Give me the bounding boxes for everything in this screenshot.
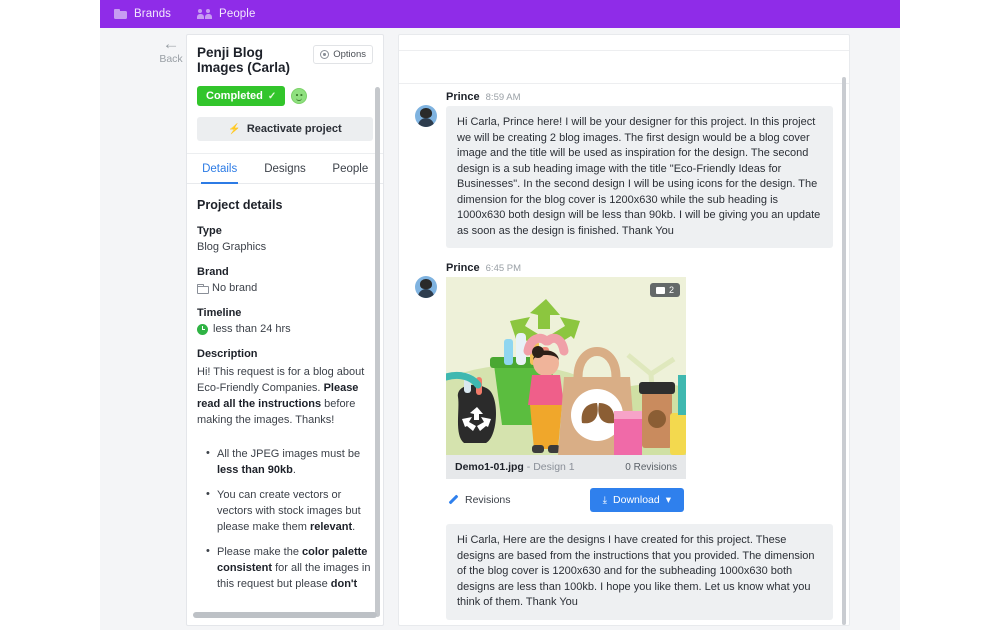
project-details-body: Project details Type Blog Graphics Brand… [187, 184, 383, 589]
conversation-panel: Prince 8:59 AM Hi Carla, Prince here! I … [398, 34, 850, 626]
chevron-down-icon: ▾ [665, 494, 671, 506]
type-label: Type [197, 225, 222, 237]
message-bubble: Hi Carla, Here are the designs I have cr… [446, 524, 833, 620]
status-badge[interactable]: Completed ✓ [197, 86, 286, 106]
download-icon: ⤓ [602, 494, 608, 506]
revisions-button-label: Revisions [465, 494, 511, 506]
message-bubble: Hi Carla, Prince here! I will be your de… [446, 106, 833, 248]
project-details-panel: Penji Blog Images (Carla) Options Comple… [186, 34, 384, 626]
description-paragraph: Hi! This request is for a blog about Eco… [197, 364, 373, 428]
design-thumbnail-illustration [446, 277, 686, 455]
folder-icon [114, 9, 127, 19]
download-button[interactable]: ⤓ Download ▾ [589, 488, 684, 512]
nav-item-brands-label: Brands [134, 8, 172, 20]
reactivate-project-label: Reactivate project [246, 123, 342, 135]
list-item: Please make the color palette consistent… [206, 543, 373, 589]
page-title: Penji Blog Images (Carla) [197, 45, 291, 75]
people-icon [196, 9, 213, 20]
tab-designs[interactable]: Designs [252, 154, 317, 183]
app-root: Brands People ← Back Penji Blog Images (… [0, 0, 1000, 630]
design-label: Design 1 [533, 461, 575, 473]
project-header: Penji Blog Images (Carla) Options Comple… [187, 35, 383, 141]
tab-details[interactable]: Details [187, 154, 252, 184]
image-icon [655, 286, 665, 294]
bullet1-part-3: . [292, 464, 296, 476]
nav-item-people[interactable]: People [196, 8, 256, 20]
message-timestamp: 8:59 AM [485, 92, 521, 103]
bullet3-part-4: don't [330, 578, 358, 589]
type-value: Blog Graphics [197, 241, 267, 253]
avatar [415, 276, 437, 298]
brand-value-row: No brand [197, 282, 373, 294]
folder-outline-icon [197, 284, 209, 294]
brand-value: No brand [212, 282, 258, 294]
nav-item-people-label: People [219, 8, 256, 20]
reactivate-project-button[interactable]: ⚡ Reactivate project [197, 117, 373, 141]
message-row: Prince 8:59 AM Hi Carla, Prince here! I … [399, 91, 849, 248]
design-filename: Demo1-01.jpg [455, 461, 524, 473]
check-icon: ✓ [267, 90, 277, 102]
design-revisions-count: 0 Revisions [625, 461, 677, 473]
description-label: Description [197, 348, 258, 360]
options-button-label: Options [333, 49, 366, 60]
message-timestamp: 6:45 PM [485, 263, 522, 274]
nav-item-brands[interactable]: Brands [114, 8, 171, 20]
details-heading: Project details [197, 198, 283, 212]
bolt-icon: ⚡ [228, 123, 241, 135]
design-attachment-card: 2 Demo1-01.jpg - Design 1 0 Revisions Re… [446, 277, 686, 512]
design-actions-row: Revisions ⤓ Download ▾ [446, 479, 686, 512]
divider [399, 50, 849, 51]
design-thumbnail[interactable]: 2 [446, 277, 686, 455]
sidebar-vertical-scrollbar[interactable] [375, 87, 380, 617]
brand-label: Brand [197, 266, 229, 278]
bullet2-part-3: . [352, 521, 356, 533]
pencil-icon [448, 495, 459, 506]
options-button[interactable]: Options [313, 45, 373, 64]
timeline-label: Timeline [197, 307, 242, 319]
instruction-list: All the JPEG images must be less than 90… [197, 445, 373, 589]
timeline-value-row: less than 24 hrs [197, 323, 373, 335]
download-button-label: Download [613, 494, 660, 506]
design-count-badge: 2 [649, 283, 680, 297]
bullet1-part-1: All the JPEG images must be [217, 448, 361, 460]
page-content: ← Back Penji Blog Images (Carla) Options… [100, 28, 900, 630]
back-button[interactable]: ← Back [152, 34, 190, 65]
design-separator: - [523, 461, 534, 473]
message-author: Prince [446, 262, 480, 274]
message-row: Prince 6:45 PM 2 Demo1-01.jpg - Design 1… [399, 262, 849, 620]
tab-people[interactable]: People [318, 154, 383, 183]
bullet2-part-2: relevant [309, 521, 353, 533]
timeline-value: less than 24 hrs [213, 323, 291, 335]
back-button-label: Back [159, 53, 183, 65]
arrow-left-icon: ← [162, 34, 180, 53]
bullet3-part-1: Please make the [217, 546, 302, 558]
bullet1-part-2: less than 90kb [217, 464, 293, 476]
avatar [415, 105, 437, 127]
project-tabs: Details Designs People [187, 153, 383, 184]
list-item: You can create vectors or vectors with s… [206, 486, 373, 535]
smiley-feedback-icon[interactable] [291, 88, 308, 104]
design-filename-row: Demo1-01.jpg - Design 1 [455, 461, 575, 473]
sidebar-horizontal-scrollbar[interactable] [193, 612, 377, 618]
design-meta-bar: Demo1-01.jpg - Design 1 0 Revisions [446, 455, 686, 479]
divider [399, 83, 849, 84]
list-item: All the JPEG images must be less than 90… [206, 445, 373, 478]
message-author: Prince [446, 91, 480, 103]
status-row: Completed ✓ [197, 86, 373, 106]
clock-icon [197, 323, 208, 335]
top-navigation-bar: Brands People [100, 0, 900, 28]
design-count-label: 2 [668, 285, 674, 295]
revisions-button[interactable]: Revisions [448, 494, 511, 506]
status-badge-label: Completed [206, 90, 263, 102]
conversation-scrollbar[interactable] [842, 77, 846, 625]
gear-icon [320, 50, 330, 59]
